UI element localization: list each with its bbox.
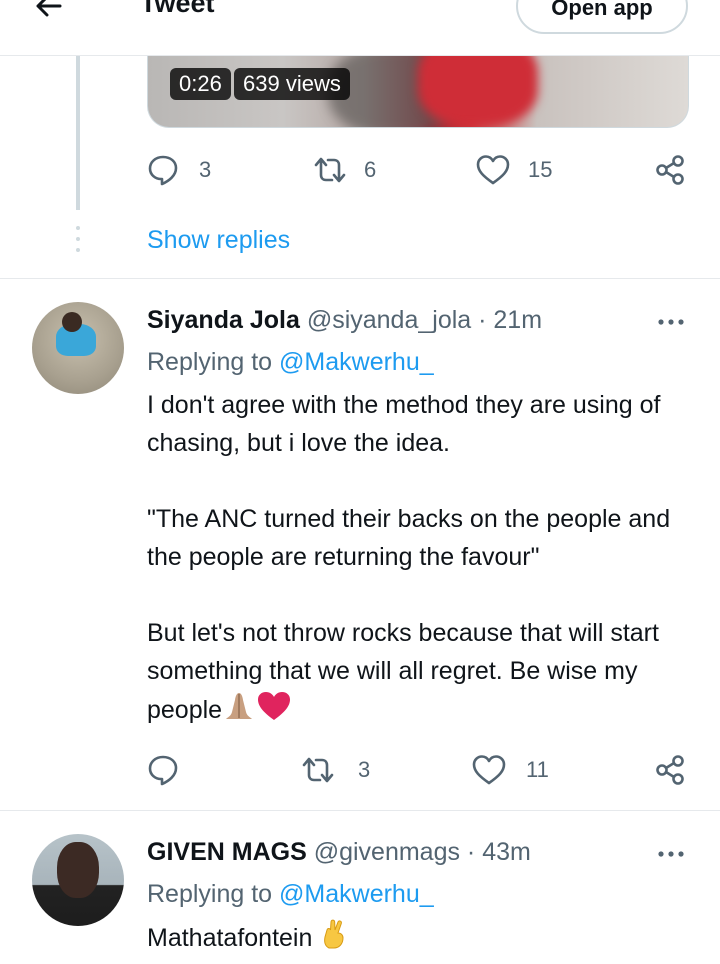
retweet-icon <box>314 157 346 183</box>
video-player[interactable]: 0:26 639 views <box>147 56 689 128</box>
divider <box>0 810 720 811</box>
video-view-count: 639 views <box>234 68 350 100</box>
replying-prefix: Replying to <box>147 880 280 908</box>
tweet-text: Mathatafontein <box>147 918 692 961</box>
tweet-author[interactable]: Siyanda Jola @siyanda_jola · 21m <box>147 306 542 335</box>
handle-time: @givenmags · 43m <box>313 838 531 866</box>
reply-icon <box>148 755 178 786</box>
like-count: 11 <box>526 757 549 782</box>
tweet-paragraph: "The ANC turned their backs on the peopl… <box>147 505 671 571</box>
display-name[interactable]: GIVEN MAGS <box>147 838 307 866</box>
reply-count: 3 <box>199 157 212 182</box>
like-button[interactable]: 15 <box>476 154 552 186</box>
back-arrow-icon[interactable] <box>30 0 70 26</box>
video-duration: 0:26 <box>170 68 231 100</box>
avatar[interactable] <box>32 834 124 926</box>
heart-icon <box>476 155 510 185</box>
replying-handle-link[interactable]: @Makwerhu_ <box>279 880 434 908</box>
divider <box>0 278 720 279</box>
show-replies-link[interactable]: Show replies <box>147 226 290 255</box>
thread-dots <box>76 226 80 259</box>
like-button[interactable]: 11 <box>472 754 549 786</box>
replying-to: Replying to @Makwerhu_ <box>147 880 434 909</box>
share-button[interactable] <box>654 754 686 786</box>
share-button[interactable] <box>654 154 686 186</box>
retweet-count: 6 <box>364 157 377 182</box>
share-icon <box>656 755 684 785</box>
tweet-paragraph: I don't agree with the method they are u… <box>147 391 661 457</box>
tweet-text: I don't agree with the method they are u… <box>147 386 692 733</box>
more-options-icon[interactable] <box>655 312 687 332</box>
crossed-fingers-emoji <box>319 918 349 961</box>
tweet-paragraph: Mathatafontein <box>147 924 313 953</box>
retweet-button[interactable]: 6 <box>312 154 376 186</box>
avatar[interactable] <box>32 302 124 394</box>
reply-button[interactable]: 3 <box>147 154 211 186</box>
folded-hands-emoji <box>222 690 256 733</box>
replying-handle-link[interactable]: @Makwerhu_ <box>279 348 434 376</box>
tweet-paragraph: But let's not throw rocks because that w… <box>147 614 692 733</box>
video-frame-shape <box>418 56 538 126</box>
more-options-icon[interactable] <box>655 844 687 864</box>
reply-icon <box>148 155 178 186</box>
top-bar: Tweet Open app <box>0 0 720 56</box>
retweet-icon <box>302 757 334 783</box>
thread-connector-line <box>76 56 80 210</box>
retweet-button[interactable]: 3 <box>300 754 370 786</box>
handle-time: @siyanda_jola · 21m <box>306 306 543 334</box>
tweet-author[interactable]: GIVEN MAGS @givenmags · 43m <box>147 838 531 867</box>
heart-icon <box>472 755 506 785</box>
replying-to: Replying to @Makwerhu_ <box>147 348 434 377</box>
like-count: 15 <box>528 157 553 182</box>
display-name[interactable]: Siyanda Jola <box>147 306 300 334</box>
open-app-button[interactable]: Open app <box>516 0 688 34</box>
share-icon <box>656 155 684 185</box>
replying-prefix: Replying to <box>147 348 280 376</box>
red-heart-emoji <box>256 690 292 733</box>
reply-button[interactable] <box>147 754 179 786</box>
retweet-count: 3 <box>358 757 371 782</box>
page-title: Tweet <box>140 0 215 18</box>
